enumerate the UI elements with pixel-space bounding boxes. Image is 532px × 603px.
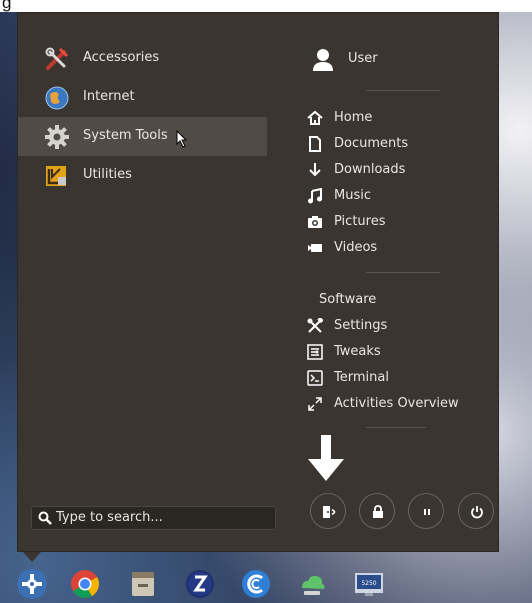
home-icon bbox=[307, 110, 323, 125]
app-z-icon[interactable] bbox=[184, 568, 216, 600]
suspend-button[interactable] bbox=[408, 493, 444, 529]
annotation-arrow-down-icon bbox=[308, 435, 344, 481]
place-label: Home bbox=[334, 110, 373, 125]
separator bbox=[366, 427, 426, 428]
category-utilities[interactable]: Utilities bbox=[18, 156, 267, 195]
logout-icon bbox=[323, 506, 336, 518]
expand-arrows-icon bbox=[308, 397, 322, 411]
power-icon bbox=[471, 506, 483, 519]
app-c-icon[interactable] bbox=[240, 568, 272, 600]
lock-button[interactable] bbox=[359, 493, 395, 529]
place-label: Pictures bbox=[334, 214, 386, 229]
pause-icon bbox=[424, 509, 430, 515]
category-label: System Tools bbox=[83, 128, 168, 143]
application-menu: Accessories Internet System Tools Utilit… bbox=[17, 12, 499, 552]
header-fragment-text: g bbox=[2, 0, 12, 12]
category-label: Internet bbox=[83, 89, 135, 104]
settings-tools-icon bbox=[307, 318, 323, 333]
terminal-icon bbox=[307, 370, 323, 386]
music-icon bbox=[308, 188, 322, 204]
category-label: Accessories bbox=[83, 50, 160, 65]
chrome-icon[interactable] bbox=[69, 568, 101, 600]
user-label: User bbox=[348, 51, 378, 66]
place-label: Downloads bbox=[334, 162, 406, 177]
search-placeholder: Type to search... bbox=[56, 510, 163, 525]
lock-icon bbox=[373, 505, 383, 518]
software-label: Activities Overview bbox=[334, 396, 459, 411]
monitor-label: 5250 bbox=[361, 580, 376, 587]
power-button[interactable] bbox=[458, 493, 494, 529]
place-label: Music bbox=[334, 188, 371, 203]
menu-launcher-icon[interactable] bbox=[16, 568, 48, 600]
top-strip: g bbox=[0, 0, 532, 12]
user-avatar-icon bbox=[313, 49, 333, 71]
weather-icon[interactable] bbox=[296, 568, 328, 600]
monitor-icon[interactable]: 5250 bbox=[353, 568, 385, 600]
place-label: Videos bbox=[334, 240, 378, 255]
separator bbox=[366, 90, 440, 91]
video-icon bbox=[308, 244, 322, 252]
document-icon bbox=[309, 136, 321, 152]
mouse-cursor-icon bbox=[176, 130, 188, 148]
internet-globe-icon bbox=[45, 86, 69, 110]
camera-icon bbox=[308, 216, 322, 228]
software-label: Settings bbox=[334, 318, 388, 333]
file-manager-icon[interactable] bbox=[127, 568, 159, 600]
category-internet[interactable]: Internet bbox=[18, 78, 267, 117]
software-header: Software bbox=[319, 292, 377, 307]
software-label: Terminal bbox=[334, 370, 389, 385]
gear-icon bbox=[45, 125, 69, 149]
menu-pointer bbox=[23, 552, 41, 562]
user-button[interactable]: User bbox=[312, 48, 378, 76]
software-label: Tweaks bbox=[334, 344, 381, 359]
utilities-icon bbox=[46, 166, 66, 186]
category-label: Utilities bbox=[83, 167, 132, 182]
accessories-icon bbox=[45, 47, 69, 70]
search-icon bbox=[38, 511, 52, 525]
separator bbox=[366, 272, 440, 273]
logout-button[interactable] bbox=[310, 493, 346, 529]
tweaks-icon bbox=[307, 344, 323, 360]
place-label: Documents bbox=[334, 136, 409, 151]
search-field[interactable]: Type to search... bbox=[31, 506, 276, 530]
category-accessories[interactable]: Accessories bbox=[18, 39, 267, 78]
download-icon bbox=[309, 163, 321, 177]
taskbar: 5250 bbox=[0, 566, 532, 603]
category-system-tools[interactable]: System Tools bbox=[18, 117, 267, 156]
